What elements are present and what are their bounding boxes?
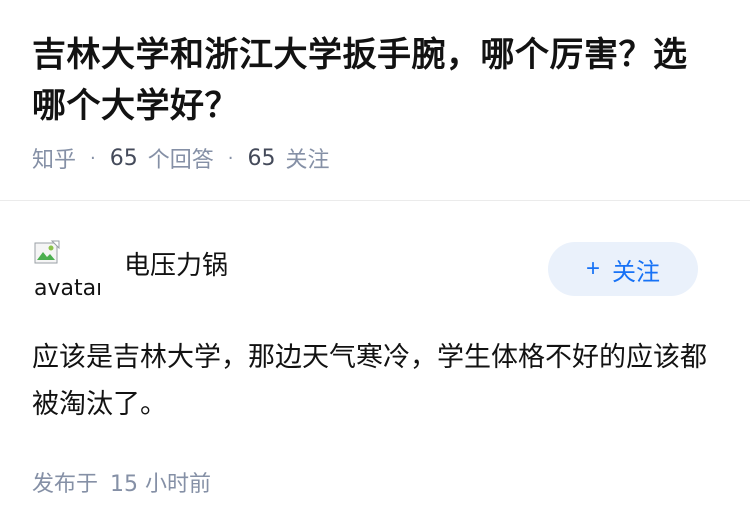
follow-count-label[interactable]: 关注	[286, 142, 330, 174]
question-header: 吉林大学和浙江大学扳手腕，哪个厉害？选哪个大学好？ 知乎 · 65 个回答 · …	[0, 0, 750, 173]
follow-button-label: 关注	[612, 258, 660, 286]
separator-dot: ·	[90, 147, 96, 169]
broken-image-icon	[34, 240, 60, 264]
avatar[interactable]: avatar	[32, 238, 100, 302]
separator-dot: ·	[227, 147, 234, 169]
plus-icon: +	[585, 255, 600, 282]
answer-card: avatar 电压力锅 + 关注 应该是吉林大学，那边天气寒冷，学生体格不好的应…	[32, 238, 718, 428]
question-title[interactable]: 吉林大学和浙江大学扳手腕，哪个厉害？选哪个大学好？	[32, 30, 718, 132]
author-name[interactable]: 电压力锅	[124, 248, 228, 284]
published-time: 15 小时前	[110, 472, 212, 497]
avatar-alt-text: avatar	[34, 276, 100, 301]
source-label[interactable]: 知乎	[32, 142, 76, 174]
answer-count: 65	[109, 145, 138, 171]
follow-count: 65	[247, 145, 276, 171]
question-meta: 知乎 · 65 个回答 · 65 关注	[32, 140, 718, 176]
author-row: avatar 电压力锅 + 关注	[32, 238, 718, 302]
answer-content[interactable]: 应该是吉林大学，那边天气寒冷，学生体格不好的应该都被淘汰了。	[32, 334, 712, 428]
section-divider	[0, 200, 750, 201]
answer-count-label[interactable]: 个回答	[148, 142, 214, 174]
answer-footer: 发布于 15 小时前	[32, 466, 211, 498]
published-label: 发布于	[32, 472, 99, 497]
follow-button[interactable]: + 关注	[548, 242, 698, 296]
